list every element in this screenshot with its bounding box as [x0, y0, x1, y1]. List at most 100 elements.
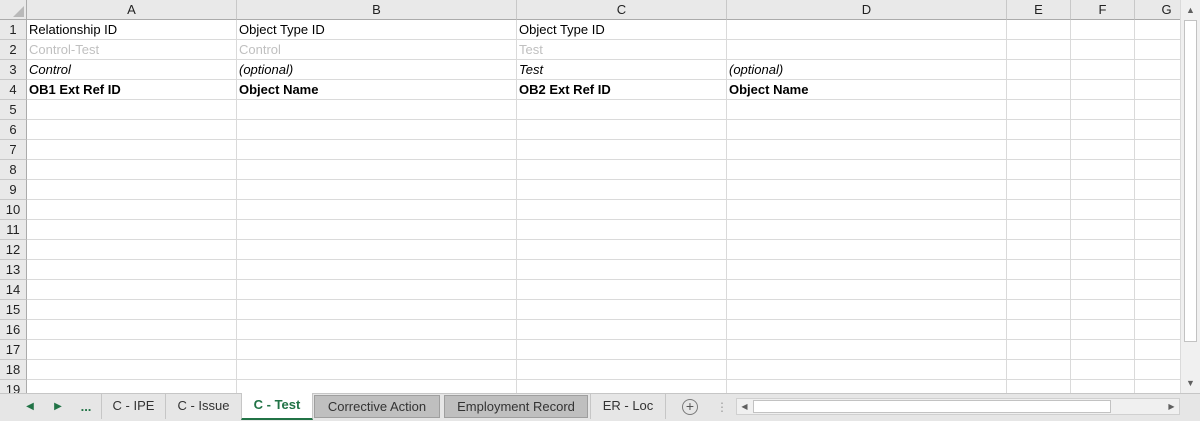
cell-a3[interactable]: Control: [27, 60, 237, 80]
tab-corrective-action[interactable]: Corrective Action: [314, 395, 440, 418]
column-header-c[interactable]: C: [517, 0, 727, 20]
row-header-7[interactable]: 7: [0, 140, 27, 160]
cell-d14[interactable]: [727, 280, 1007, 300]
cell-a4[interactable]: OB1 Ext Ref ID: [27, 80, 237, 100]
cell-c7[interactable]: [517, 140, 727, 160]
cell-e2[interactable]: [1007, 40, 1071, 60]
cell-b19[interactable]: [237, 380, 517, 393]
cell-b17[interactable]: [237, 340, 517, 360]
cell-d16[interactable]: [727, 320, 1007, 340]
cell-e19[interactable]: [1007, 380, 1071, 393]
cell-b2[interactable]: Control: [237, 40, 517, 60]
cell-f19[interactable]: [1071, 380, 1135, 393]
cell-d18[interactable]: [727, 360, 1007, 380]
horizontal-scroll-thumb[interactable]: [753, 400, 1111, 413]
cell-b15[interactable]: [237, 300, 517, 320]
cell-f5[interactable]: [1071, 100, 1135, 120]
cell-a2[interactable]: Control-Test: [27, 40, 237, 60]
horizontal-scrollbar[interactable]: ◀ ▶: [736, 398, 1180, 415]
scroll-left-icon[interactable]: ◀: [737, 399, 752, 414]
row-header-6[interactable]: 6: [0, 120, 27, 140]
cell-f9[interactable]: [1071, 180, 1135, 200]
row-header-8[interactable]: 8: [0, 160, 27, 180]
cell-b9[interactable]: [237, 180, 517, 200]
cell-c3[interactable]: Test: [517, 60, 727, 80]
cell-a1[interactable]: Relationship ID: [27, 20, 237, 40]
vertical-scroll-thumb[interactable]: [1184, 20, 1197, 342]
tab-employment-record[interactable]: Employment Record: [444, 395, 588, 418]
cell-c1[interactable]: Object Type ID: [517, 20, 727, 40]
cell-d12[interactable]: [727, 240, 1007, 260]
cell-b12[interactable]: [237, 240, 517, 260]
cell-d9[interactable]: [727, 180, 1007, 200]
row-header-3[interactable]: 3: [0, 60, 27, 80]
add-sheet-icon[interactable]: +: [682, 399, 698, 415]
cell-b4[interactable]: Object Name: [237, 80, 517, 100]
row-header-12[interactable]: 12: [0, 240, 27, 260]
column-header-e[interactable]: E: [1007, 0, 1071, 20]
cell-d17[interactable]: [727, 340, 1007, 360]
cell-a18[interactable]: [27, 360, 237, 380]
cell-d5[interactable]: [727, 100, 1007, 120]
more-sheets-button[interactable]: ...: [74, 398, 98, 416]
tab-c-ipe[interactable]: C - IPE: [101, 394, 165, 419]
cell-f14[interactable]: [1071, 280, 1135, 300]
cell-b5[interactable]: [237, 100, 517, 120]
row-header-16[interactable]: 16: [0, 320, 27, 340]
cell-d1[interactable]: [727, 20, 1007, 40]
cell-a8[interactable]: [27, 160, 237, 180]
cell-c5[interactable]: [517, 100, 727, 120]
cell-b16[interactable]: [237, 320, 517, 340]
cell-e3[interactable]: [1007, 60, 1071, 80]
tab-c-issue[interactable]: C - Issue: [165, 394, 241, 419]
cell-f3[interactable]: [1071, 60, 1135, 80]
row-header-4[interactable]: 4: [0, 80, 27, 100]
row-header-19[interactable]: 19: [0, 380, 27, 393]
cell-c6[interactable]: [517, 120, 727, 140]
cell-e17[interactable]: [1007, 340, 1071, 360]
cell-f13[interactable]: [1071, 260, 1135, 280]
cell-d8[interactable]: [727, 160, 1007, 180]
row-header-14[interactable]: 14: [0, 280, 27, 300]
cell-f17[interactable]: [1071, 340, 1135, 360]
cell-b6[interactable]: [237, 120, 517, 140]
column-header-b[interactable]: B: [237, 0, 517, 20]
cell-b10[interactable]: [237, 200, 517, 220]
cell-e8[interactable]: [1007, 160, 1071, 180]
cell-f12[interactable]: [1071, 240, 1135, 260]
cell-c15[interactable]: [517, 300, 727, 320]
cell-c4[interactable]: OB2 Ext Ref ID: [517, 80, 727, 100]
cell-d3[interactable]: (optional): [727, 60, 1007, 80]
column-header-f[interactable]: F: [1071, 0, 1135, 20]
cell-c2[interactable]: Test: [517, 40, 727, 60]
cell-b11[interactable]: [237, 220, 517, 240]
cell-b7[interactable]: [237, 140, 517, 160]
row-header-10[interactable]: 10: [0, 200, 27, 220]
select-all-button[interactable]: [0, 0, 27, 20]
cell-d2[interactable]: [727, 40, 1007, 60]
cell-a10[interactable]: [27, 200, 237, 220]
row-header-18[interactable]: 18: [0, 360, 27, 380]
cell-c16[interactable]: [517, 320, 727, 340]
row-header-17[interactable]: 17: [0, 340, 27, 360]
cell-e14[interactable]: [1007, 280, 1071, 300]
cell-a7[interactable]: [27, 140, 237, 160]
cell-b1[interactable]: Object Type ID: [237, 20, 517, 40]
cell-e10[interactable]: [1007, 200, 1071, 220]
row-header-15[interactable]: 15: [0, 300, 27, 320]
cell-b13[interactable]: [237, 260, 517, 280]
cell-f10[interactable]: [1071, 200, 1135, 220]
cell-f7[interactable]: [1071, 140, 1135, 160]
row-header-9[interactable]: 9: [0, 180, 27, 200]
cell-b18[interactable]: [237, 360, 517, 380]
cell-c18[interactable]: [517, 360, 727, 380]
cell-f16[interactable]: [1071, 320, 1135, 340]
prev-sheet-icon[interactable]: ◀: [18, 398, 42, 416]
cell-b3[interactable]: (optional): [237, 60, 517, 80]
cell-c14[interactable]: [517, 280, 727, 300]
cell-b8[interactable]: [237, 160, 517, 180]
cell-e5[interactable]: [1007, 100, 1071, 120]
cell-c12[interactable]: [517, 240, 727, 260]
row-header-5[interactable]: 5: [0, 100, 27, 120]
cell-d4[interactable]: Object Name: [727, 80, 1007, 100]
